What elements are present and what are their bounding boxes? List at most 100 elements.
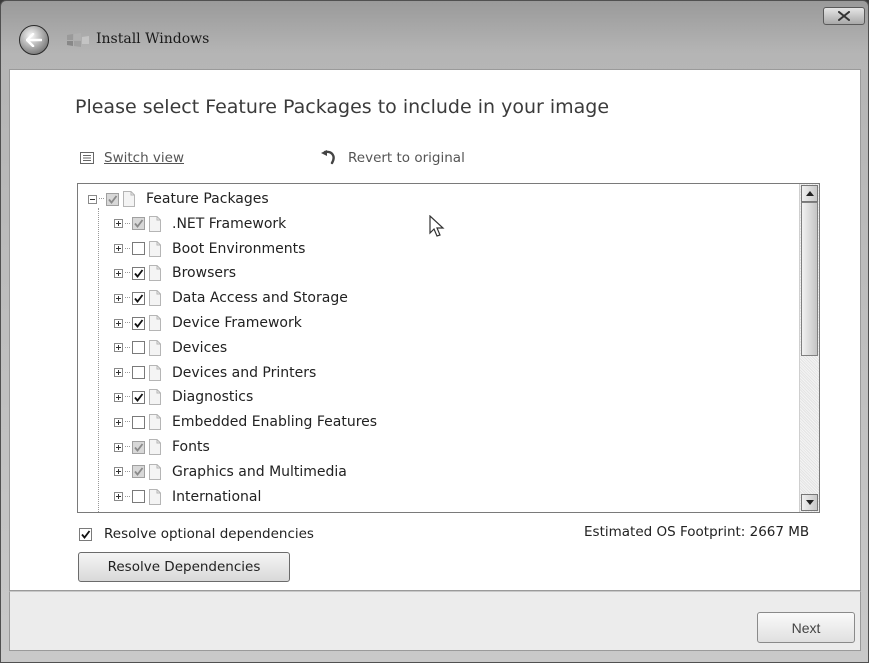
tree-node[interactable]: Embedded Enabling Features: [114, 410, 377, 434]
tree-node[interactable]: Graphics and Multimedia: [114, 460, 347, 484]
revert-to-original-link[interactable]: Revert to original: [320, 150, 465, 166]
package-label: Browsers: [172, 265, 237, 282]
package-checkbox[interactable]: [132, 341, 145, 355]
tree-node[interactable]: Devices: [114, 336, 227, 360]
collapse-toggle[interactable]: [88, 194, 97, 204]
undo-arrow-icon: [321, 150, 335, 165]
package-label: Fonts: [172, 439, 210, 455]
package-checkbox[interactable]: [132, 266, 145, 280]
checkmark-icon: [134, 393, 144, 402]
tree-node[interactable]: Devices and Printers: [114, 361, 316, 385]
expand-toggle[interactable]: [114, 219, 123, 229]
footprint-estimate: Estimated OS Footprint: 2667 MB: [584, 524, 810, 540]
tree-node[interactable]: Browsers: [114, 261, 236, 285]
windows-setup-icon: [67, 33, 89, 47]
package-label: Graphics and Multimedia: [172, 463, 347, 480]
package-checkbox[interactable]: [132, 390, 145, 404]
expand-toggle[interactable]: [114, 492, 123, 502]
tree-connector: [99, 198, 104, 200]
tree-connector: [125, 396, 130, 398]
tree-root-node[interactable]: Feature Packages: [88, 187, 269, 211]
package-checkbox[interactable]: [132, 366, 145, 380]
package-icon: [123, 191, 135, 207]
expand-toggle[interactable]: [114, 392, 123, 402]
expand-toggle[interactable]: [114, 318, 123, 328]
checkmark-icon: [134, 269, 144, 278]
checkmark-icon: [134, 294, 144, 303]
tree-node[interactable]: Boot Environments: [114, 237, 305, 261]
package-checkbox[interactable]: [132, 490, 145, 504]
package-checkbox[interactable]: [132, 316, 145, 330]
expand-toggle[interactable]: [114, 467, 123, 477]
title-bar: Install Windows: [1, 1, 868, 69]
package-icon: [149, 463, 161, 480]
package-icon: [149, 339, 161, 356]
switch-view-link[interactable]: Switch view: [80, 150, 184, 166]
scroll-up-arrow-icon: [805, 191, 814, 196]
package-checkbox[interactable]: [132, 242, 145, 256]
package-label: Data Access and Storage: [172, 290, 348, 307]
scroll-down-arrow-icon: [805, 500, 814, 505]
package-checkbox[interactable]: [132, 465, 145, 479]
package-icon: [149, 389, 161, 406]
tree-node[interactable]: Device Framework: [114, 311, 302, 335]
tree-scrollbar[interactable]: [799, 184, 819, 512]
package-checkbox[interactable]: [132, 415, 145, 429]
tree-connector: [125, 371, 130, 374]
package-icon: [149, 414, 161, 431]
resolve-optional-option[interactable]: Resolve optional dependencies: [79, 526, 314, 542]
tree-connector: [125, 495, 130, 498]
package-icon: [149, 439, 161, 455]
package-label: Embedded Enabling Features: [172, 414, 378, 431]
mouse-cursor-icon: [429, 215, 445, 237]
tree-node[interactable]: Data Access and Storage: [114, 286, 348, 310]
tree-connector: [125, 322, 130, 324]
back-button[interactable]: [19, 25, 49, 55]
tree-node[interactable]: .NET Framework: [114, 212, 286, 236]
package-icon: [149, 290, 161, 307]
expand-toggle[interactable]: [114, 368, 123, 378]
package-checkbox[interactable]: [132, 217, 145, 231]
content-panel: Please select Feature Packages to includ…: [9, 69, 861, 591]
package-label: Devices: [172, 339, 228, 356]
package-label: Devices and Printers: [172, 364, 317, 381]
package-label: Feature Packages: [146, 191, 269, 207]
checkmark-icon: [81, 529, 91, 539]
partial-checkmark-icon: [134, 442, 144, 452]
scroll-thumb[interactable]: [801, 202, 818, 356]
tree-connector: [125, 421, 130, 423]
package-label: Diagnostics: [172, 389, 254, 406]
scroll-down-button[interactable]: [801, 494, 818, 511]
tree-guide-line: [98, 208, 100, 512]
resolve-optional-checkbox[interactable]: [79, 527, 92, 541]
expand-toggle[interactable]: [114, 442, 123, 452]
close-button[interactable]: [823, 7, 865, 25]
package-icon: [149, 240, 161, 257]
tree-node[interactable]: International: [114, 485, 261, 509]
package-checkbox[interactable]: [132, 291, 145, 305]
tree-node[interactable]: Diagnostics: [114, 385, 253, 409]
expand-toggle[interactable]: [114, 343, 123, 353]
partial-checkmark-icon: [108, 194, 118, 204]
tree-connector: [125, 297, 130, 299]
partial-checkmark-icon: [134, 467, 144, 477]
expand-toggle[interactable]: [114, 244, 123, 254]
tree-connector: [125, 247, 130, 250]
next-button[interactable]: Next: [757, 612, 855, 643]
page-heading: Please select Feature Packages to includ…: [75, 96, 610, 118]
resolve-dependencies-button[interactable]: Resolve Dependencies: [78, 552, 290, 582]
close-icon: [838, 11, 850, 21]
scroll-up-button[interactable]: [801, 185, 818, 202]
tree-connector: [125, 446, 130, 448]
expand-toggle[interactable]: [114, 417, 123, 427]
expand-toggle[interactable]: [114, 293, 123, 303]
tree-node[interactable]: Fonts: [114, 435, 210, 459]
window-title: Install Windows: [96, 31, 210, 47]
footer-bar: Next: [9, 591, 861, 651]
package-checkbox[interactable]: [106, 192, 119, 206]
partial-checkmark-icon: [134, 219, 144, 229]
tree-connector: [125, 346, 130, 349]
expand-toggle[interactable]: [114, 268, 123, 278]
feature-package-tree[interactable]: Feature Packages .NET Framework Boot Envir…: [77, 183, 820, 513]
package-checkbox[interactable]: [132, 440, 145, 454]
